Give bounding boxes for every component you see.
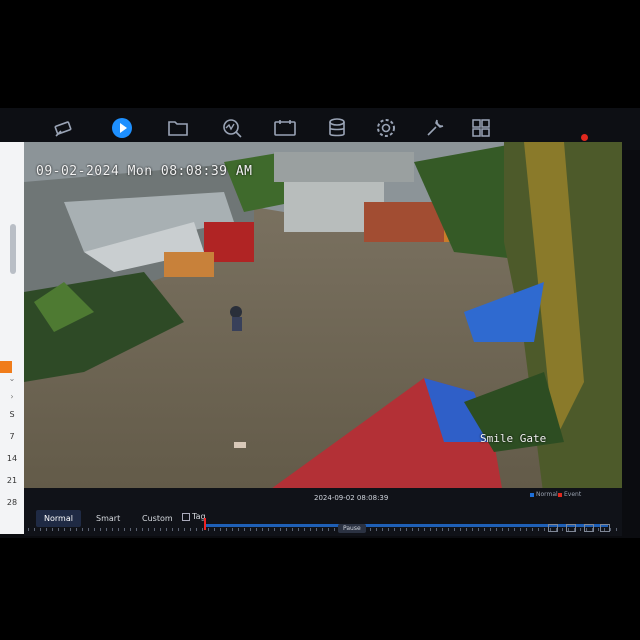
calendar-day[interactable]: 21 bbox=[2, 476, 22, 485]
fullscreen-icon[interactable] bbox=[600, 524, 610, 532]
channel-marker bbox=[0, 361, 12, 373]
grid-icon[interactable] bbox=[468, 116, 494, 140]
calendar-day[interactable]: 7 bbox=[2, 432, 22, 441]
timeline-ruler[interactable] bbox=[28, 528, 618, 531]
osd-camera-name: Smile Gate bbox=[480, 432, 547, 445]
tab-custom[interactable]: Custom bbox=[142, 514, 173, 523]
calendar-day[interactable]: S bbox=[2, 410, 22, 419]
collapse-chevron-icon[interactable]: ⌄ bbox=[2, 374, 22, 383]
video-tag-icon[interactable] bbox=[272, 116, 298, 140]
folder-icon[interactable] bbox=[165, 116, 191, 140]
legend-event-label: Event bbox=[564, 491, 582, 498]
camera-video-feed[interactable]: 09-02-2024 Mon 08:08:39 AM Smile Gate bbox=[24, 142, 622, 500]
monitor-screen: ⌄ › S 7 14 21 28 09-02-2024 Mon 08:08:39… bbox=[0, 108, 640, 538]
playback-bar: Normal Event 2024-09-02 08:08:39 Normal … bbox=[24, 488, 622, 536]
left-panel: ⌄ › S 7 14 21 28 bbox=[0, 142, 24, 534]
window-icon[interactable] bbox=[584, 524, 594, 532]
osd-datetime: 09-02-2024 Mon 08:08:39 AM bbox=[36, 164, 253, 179]
snapshot-icon[interactable] bbox=[566, 524, 576, 532]
clip-icon[interactable] bbox=[548, 524, 558, 532]
legend-event: Event bbox=[558, 491, 581, 498]
timeline-datetime: 2024-09-02 08:08:39 bbox=[314, 494, 389, 502]
calendar-day[interactable]: 28 bbox=[2, 498, 22, 507]
analytics-icon[interactable] bbox=[219, 116, 245, 140]
tab-normal[interactable]: Normal bbox=[36, 510, 81, 527]
pause-button[interactable]: Pause bbox=[338, 524, 366, 533]
camera-icon[interactable] bbox=[52, 116, 78, 140]
recording-indicator bbox=[581, 134, 588, 141]
flood-scene-image bbox=[24, 142, 622, 500]
play-icon[interactable] bbox=[109, 116, 135, 140]
legend-normal: Normal bbox=[530, 491, 558, 498]
tag-checkbox[interactable]: Tag bbox=[182, 512, 206, 521]
gear-icon[interactable] bbox=[373, 116, 399, 140]
wrench-icon[interactable] bbox=[422, 116, 448, 140]
checkbox-box-icon[interactable] bbox=[182, 512, 190, 521]
calendar-prev-icon[interactable]: › bbox=[2, 392, 22, 401]
legend-normal-label: Normal bbox=[536, 491, 558, 498]
panel-scrollbar[interactable] bbox=[10, 224, 16, 274]
tab-smart[interactable]: Smart bbox=[96, 514, 120, 523]
legend-normal-swatch bbox=[530, 492, 534, 497]
timeline-cursor[interactable] bbox=[204, 518, 206, 530]
calendar-day[interactable]: 14 bbox=[2, 454, 22, 463]
storage-icon[interactable] bbox=[324, 116, 350, 140]
legend-event-swatch bbox=[558, 492, 562, 497]
